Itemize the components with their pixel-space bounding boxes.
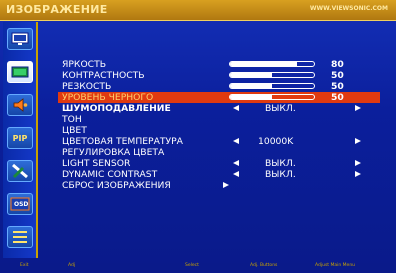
light-sensor-value: ВЫКЛ.: [265, 158, 296, 169]
arrow-right-icon[interactable]: [355, 160, 361, 166]
footer-adjust-main-menu: Adjust Main Menu: [315, 263, 356, 268]
pip-icon: PIP: [8, 128, 32, 148]
color-label: ЦВЕТ: [62, 125, 87, 136]
menu-title: ИЗОБРАЖЕНИЕ: [6, 3, 108, 16]
sound-icon: [8, 95, 32, 115]
black-level-slider[interactable]: [229, 94, 315, 100]
sidebar-item-tv[interactable]: [7, 28, 33, 50]
sharpness-value: 50: [331, 81, 344, 92]
color-temp-value: 10000K: [258, 136, 294, 147]
menu-row-light-sensor[interactable]: LIGHT SENSOR ВЫКЛ.: [58, 158, 380, 169]
brightness-label: ЯРКОСТЬ: [62, 59, 107, 70]
sidebar-item-tools[interactable]: [7, 160, 33, 182]
contrast-slider[interactable]: [229, 72, 315, 78]
noise-reduction-label: ШУМОПОДАВЛЕНИЕ: [62, 103, 171, 114]
footer-adj: Adj: [68, 263, 76, 268]
arrow-left-icon[interactable]: [233, 138, 239, 144]
black-level-value: 50: [331, 92, 344, 103]
osd-label: OSD: [14, 201, 29, 208]
noise-reduction-value: ВЫКЛ.: [265, 103, 296, 114]
menu-row-noise-reduction[interactable]: ШУМОПОДАВЛЕНИЕ ВЫКЛ.: [58, 103, 380, 114]
light-sensor-label: LIGHT SENSOR: [62, 158, 131, 169]
brightness-fill: [230, 62, 298, 66]
footer-select: Select: [185, 263, 199, 268]
menu-row-reset[interactable]: СБРОС ИЗОБРАЖЕНИЯ: [58, 180, 380, 191]
menu-row-sharpness[interactable]: РЕЗКОСТЬ 50: [58, 81, 380, 92]
sharpness-slider[interactable]: [229, 83, 315, 89]
menu-row-tint[interactable]: ТОН: [58, 114, 380, 125]
osd-window: ИЗОБРАЖЕНИЕ WWW.VIEWSONIC.COM PIP OSD ЯР…: [0, 0, 396, 273]
sidebar-item-pip[interactable]: PIP: [7, 127, 33, 149]
tools-icon: [8, 161, 32, 181]
sidebar-item-list[interactable]: [7, 226, 33, 248]
sidebar: PIP OSD: [3, 22, 38, 258]
arrow-right-icon[interactable]: [355, 138, 361, 144]
arrow-left-icon[interactable]: [233, 171, 239, 177]
menu-row-contrast[interactable]: КОНТРАСТНОСТЬ 50: [58, 70, 380, 81]
brightness-value: 80: [331, 59, 344, 70]
tv-screen-icon: [8, 29, 32, 49]
picture-icon: [8, 62, 32, 82]
dynamic-contrast-value: ВЫКЛ.: [265, 169, 296, 180]
dynamic-contrast-label: DYNAMIC CONTRAST: [62, 169, 158, 180]
list-icon: [8, 227, 32, 247]
menu-row-color-adjust[interactable]: РЕГУЛИРОВКА ЦВЕТА: [58, 147, 380, 158]
submenu-arrow-icon: [223, 182, 229, 188]
arrow-right-icon[interactable]: [355, 171, 361, 177]
menu-row-color[interactable]: ЦВЕТ: [58, 125, 380, 136]
black-level-fill: [230, 95, 272, 99]
sidebar-item-picture[interactable]: [7, 61, 33, 83]
brightness-slider[interactable]: [229, 61, 315, 67]
arrow-right-icon[interactable]: [355, 105, 361, 111]
sharpness-fill: [230, 84, 272, 88]
contrast-fill: [230, 73, 272, 77]
contrast-label: КОНТРАСТНОСТЬ: [62, 70, 145, 81]
title-bar: ИЗОБРАЖЕНИЕ WWW.VIEWSONIC.COM: [0, 0, 396, 21]
menu-row-color-temp[interactable]: ЦВЕТОВАЯ ТЕМПЕРАТУРА 10000K: [58, 136, 380, 147]
tint-label: ТОН: [62, 114, 82, 125]
footer-hints: Exit Adj Select Adj. Buttons Adjust Main…: [0, 263, 396, 273]
color-adjust-label: РЕГУЛИРОВКА ЦВЕТА: [62, 147, 165, 158]
black-level-label: УРОВЕНЬ ЧЕРНОГО: [62, 92, 154, 103]
menu-row-black-level[interactable]: УРОВЕНЬ ЧЕРНОГО 50: [58, 92, 380, 103]
sidebar-item-sound[interactable]: [7, 94, 33, 116]
pip-label: PIP: [12, 133, 28, 143]
reset-label: СБРОС ИЗОБРАЖЕНИЯ: [62, 180, 171, 191]
arrow-left-icon[interactable]: [233, 105, 239, 111]
color-temp-label: ЦВЕТОВАЯ ТЕМПЕРАТУРА: [62, 136, 183, 147]
arrow-left-icon[interactable]: [233, 160, 239, 166]
footer-exit: Exit: [20, 263, 29, 268]
website-label: WWW.VIEWSONIC.COM: [309, 5, 388, 12]
sidebar-item-osd[interactable]: OSD: [7, 193, 33, 215]
footer-adj-buttons: Adj. Buttons: [250, 263, 278, 268]
menu-row-brightness[interactable]: ЯРКОСТЬ 80: [58, 59, 380, 70]
contrast-value: 50: [331, 70, 344, 81]
menu-row-dynamic-contrast[interactable]: DYNAMIC CONTRAST ВЫКЛ.: [58, 169, 380, 180]
sharpness-label: РЕЗКОСТЬ: [62, 81, 112, 92]
